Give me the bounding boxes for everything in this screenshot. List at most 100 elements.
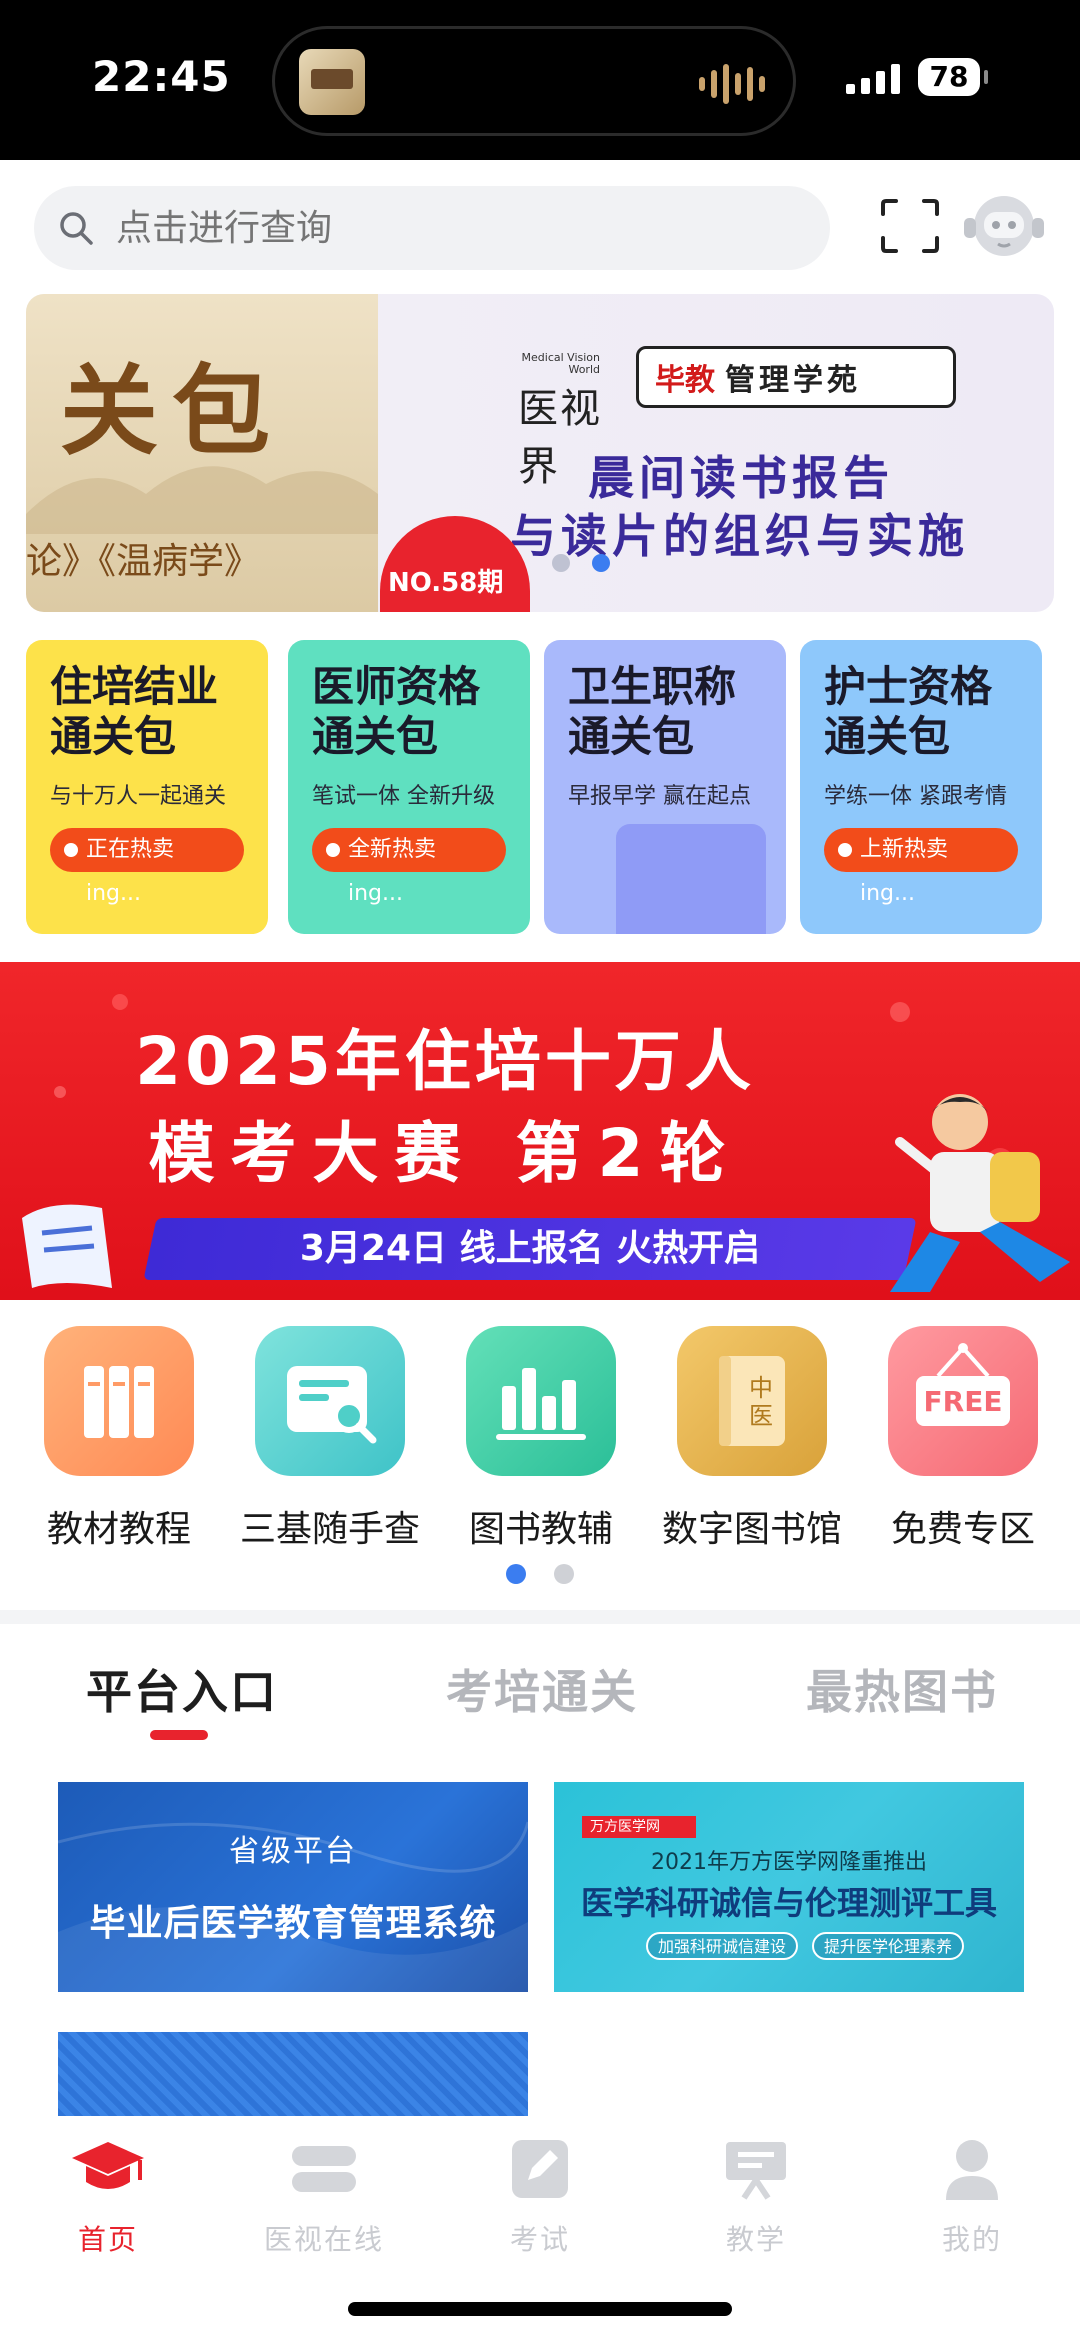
promo-ribbon-text: 3月24日 线上报名 火热开启 xyxy=(299,1228,761,1269)
svg-text:中: 中 xyxy=(749,1374,773,1402)
search-doc-glyph xyxy=(287,1366,377,1444)
nav-label: 教学 xyxy=(725,2223,786,2256)
card-residency[interactable]: 住培结业通关包 与十万人一起通关 正在热卖ing... xyxy=(26,640,268,934)
card-pill: 正在热卖ing... xyxy=(50,828,244,906)
banner-dot[interactable] xyxy=(552,554,570,572)
tab-platform-entry[interactable]: 平台入口 xyxy=(86,1656,278,1722)
free-sign-glyph: FREE xyxy=(916,1343,1010,1426)
partner-logo: 毕教 管理学苑 xyxy=(636,346,956,408)
banner-carousel[interactable]: 关包 论》《温病学》 Medical Vision World 医视界 毕教 管… xyxy=(26,294,1054,612)
tile-title: 毕业后医学教育管理系统 xyxy=(89,1903,497,1944)
tile-title: 医学科研诚信与伦理测评工具 xyxy=(580,1884,997,1922)
search-icon xyxy=(60,212,93,245)
search-bar[interactable] xyxy=(34,186,830,270)
scroll-paper-icon xyxy=(22,1204,112,1288)
partner-red-text: 毕教 xyxy=(655,363,715,398)
nav-medical-video[interactable]: 医视在线 xyxy=(234,2136,414,2258)
folder-icon xyxy=(616,824,766,934)
svg-text:医: 医 xyxy=(749,1402,773,1430)
now-playing-thumbnail xyxy=(299,49,365,115)
status-time: 22:45 xyxy=(92,52,231,101)
card-physician[interactable]: 医师资格通关包 笔试一体 全新升级 全新热卖ing... xyxy=(288,640,530,934)
card-title: 护士资格通关包 xyxy=(824,662,993,761)
package-cards: 住培结业通关包 与十万人一起通关 正在热卖ing... 医师资格通关包 笔试一体… xyxy=(26,640,1054,934)
customer-service-robot-icon[interactable] xyxy=(962,188,1046,266)
card-nurse[interactable]: 护士资格通关包 学练一体 紧跟考情 上新热卖ing... xyxy=(800,640,1042,934)
func-label: 三基随手查 xyxy=(239,1509,420,1550)
func-label: 图书教辅 xyxy=(468,1509,613,1550)
banner-pagination xyxy=(552,554,610,572)
free-sign-icon: FREE xyxy=(888,1326,1038,1476)
audio-waveform-icon xyxy=(699,63,765,105)
person-icon xyxy=(946,2140,998,2200)
books-glyph xyxy=(84,1366,154,1438)
runner-illustration xyxy=(890,1094,1070,1292)
tile-tag: 提升医学伦理素养 xyxy=(812,1932,965,1960)
exam-edit-icon xyxy=(512,2140,568,2198)
nav-label: 医视在线 xyxy=(263,2223,384,2256)
nav-label: 我的 xyxy=(941,2223,1002,2256)
platform-tile-third[interactable] xyxy=(58,2032,528,2116)
card-title: 卫生职称通关包 xyxy=(568,662,737,761)
tcm-book-glyph: 中 医 xyxy=(719,1356,785,1446)
content-tabs: 平台入口 考培通关 最热图书 xyxy=(0,1656,1080,1756)
partner-black-text: 管理学苑 xyxy=(725,363,861,398)
battery-indicator: 78 xyxy=(918,58,988,96)
dynamic-island[interactable] xyxy=(272,26,796,136)
card-subtitle: 与十万人一起通关 xyxy=(50,784,227,809)
tile-tags: 加强科研诚信建设 提升医学伦理素养 xyxy=(646,1932,965,1960)
banner-prev-slide[interactable]: 关包 论》《温病学》 xyxy=(26,294,378,612)
tile-tag: 加强科研诚信建设 xyxy=(646,1932,799,1960)
card-title: 医师资格通关包 xyxy=(312,662,481,761)
status-bar: 22:45 78 xyxy=(0,0,1080,160)
search-input[interactable] xyxy=(116,186,806,270)
card-subtitle: 笔试一体 全新升级 xyxy=(312,784,495,809)
func-free-zone[interactable]: FREE 免费专区 xyxy=(858,1326,1068,1552)
nav-label: 首页 xyxy=(77,2223,138,2256)
home-indicator[interactable] xyxy=(348,2302,732,2316)
books-icon xyxy=(44,1326,194,1476)
platform-tile-ethics-tool[interactable]: 万方医学网 2021年万方医学网隆重推出 医学科研诚信与伦理测评工具 加强科研诚… xyxy=(554,1782,1024,1992)
banner-dot-active[interactable] xyxy=(592,554,610,572)
function-page-dot[interactable] xyxy=(554,1564,574,1584)
teaching-board-icon xyxy=(726,2142,786,2200)
function-grid: 教材教程 三基随手查 图书教辅 中 医 数字图书馆 FREE 免费专区 xyxy=(0,1326,1080,1566)
wanfang-logo: 万方医学网 xyxy=(582,1816,696,1838)
func-book-aids[interactable]: 图书教辅 xyxy=(436,1326,646,1552)
tile-wave-decoration xyxy=(58,1821,528,1992)
card-health-title[interactable]: 卫生职称通关包 早报早学 赢在起点 xyxy=(544,640,786,934)
issue-number: NO.58期 xyxy=(388,568,504,598)
func-digital-library[interactable]: 中 医 数字图书馆 xyxy=(647,1326,857,1552)
bar-chart-glyph xyxy=(496,1368,586,1440)
function-pagination xyxy=(506,1564,574,1584)
func-label: 数字图书馆 xyxy=(661,1509,842,1550)
banner-title-line1: 晨间读书报告 xyxy=(588,451,894,505)
func-label: 教材教程 xyxy=(46,1509,191,1550)
function-page-dot-active[interactable] xyxy=(506,1564,526,1584)
nav-teaching[interactable]: 教学 xyxy=(666,2136,846,2258)
svg-text:FREE: FREE xyxy=(924,1385,1003,1418)
banner-prev-subtitle: 论》《温病学》 xyxy=(26,541,261,582)
nav-label: 考试 xyxy=(509,2223,570,2256)
cellular-signal-icon xyxy=(846,62,900,94)
tab-active-indicator xyxy=(150,1730,208,1740)
section-divider xyxy=(0,1610,1080,1624)
func-textbooks[interactable]: 教材教程 xyxy=(14,1326,224,1552)
promo-banner[interactable]: 2025年住培十万人 模考大赛 第2轮 3月24日 线上报名 火热开启 xyxy=(0,962,1080,1300)
func-three-basics[interactable]: 三基随手查 xyxy=(225,1326,435,1552)
card-pill: 全新热卖ing... xyxy=(312,828,506,906)
tab-exam-training[interactable]: 考培通关 xyxy=(446,1656,638,1722)
card-title: 住培结业通关包 xyxy=(50,662,219,761)
scan-icon[interactable] xyxy=(880,198,940,254)
tcm-book-icon: 中 医 xyxy=(677,1326,827,1476)
nav-exam[interactable]: 考试 xyxy=(450,2136,630,2258)
card-subtitle: 学练一体 紧跟考情 xyxy=(824,784,1007,809)
platform-tile-gme-system[interactable]: 省级平台 毕业后医学教育管理系统 xyxy=(58,1782,528,1992)
tab-hot-books[interactable]: 最热图书 xyxy=(806,1656,998,1722)
func-label: 免费专区 xyxy=(890,1509,1035,1550)
video-stack-icon xyxy=(292,2146,356,2192)
nav-mine[interactable]: 我的 xyxy=(882,2136,1062,2258)
nav-home[interactable]: 首页 xyxy=(18,2136,198,2258)
search-doc-icon xyxy=(255,1326,405,1476)
tile-label-provincial: 省级平台 xyxy=(229,1834,357,1869)
